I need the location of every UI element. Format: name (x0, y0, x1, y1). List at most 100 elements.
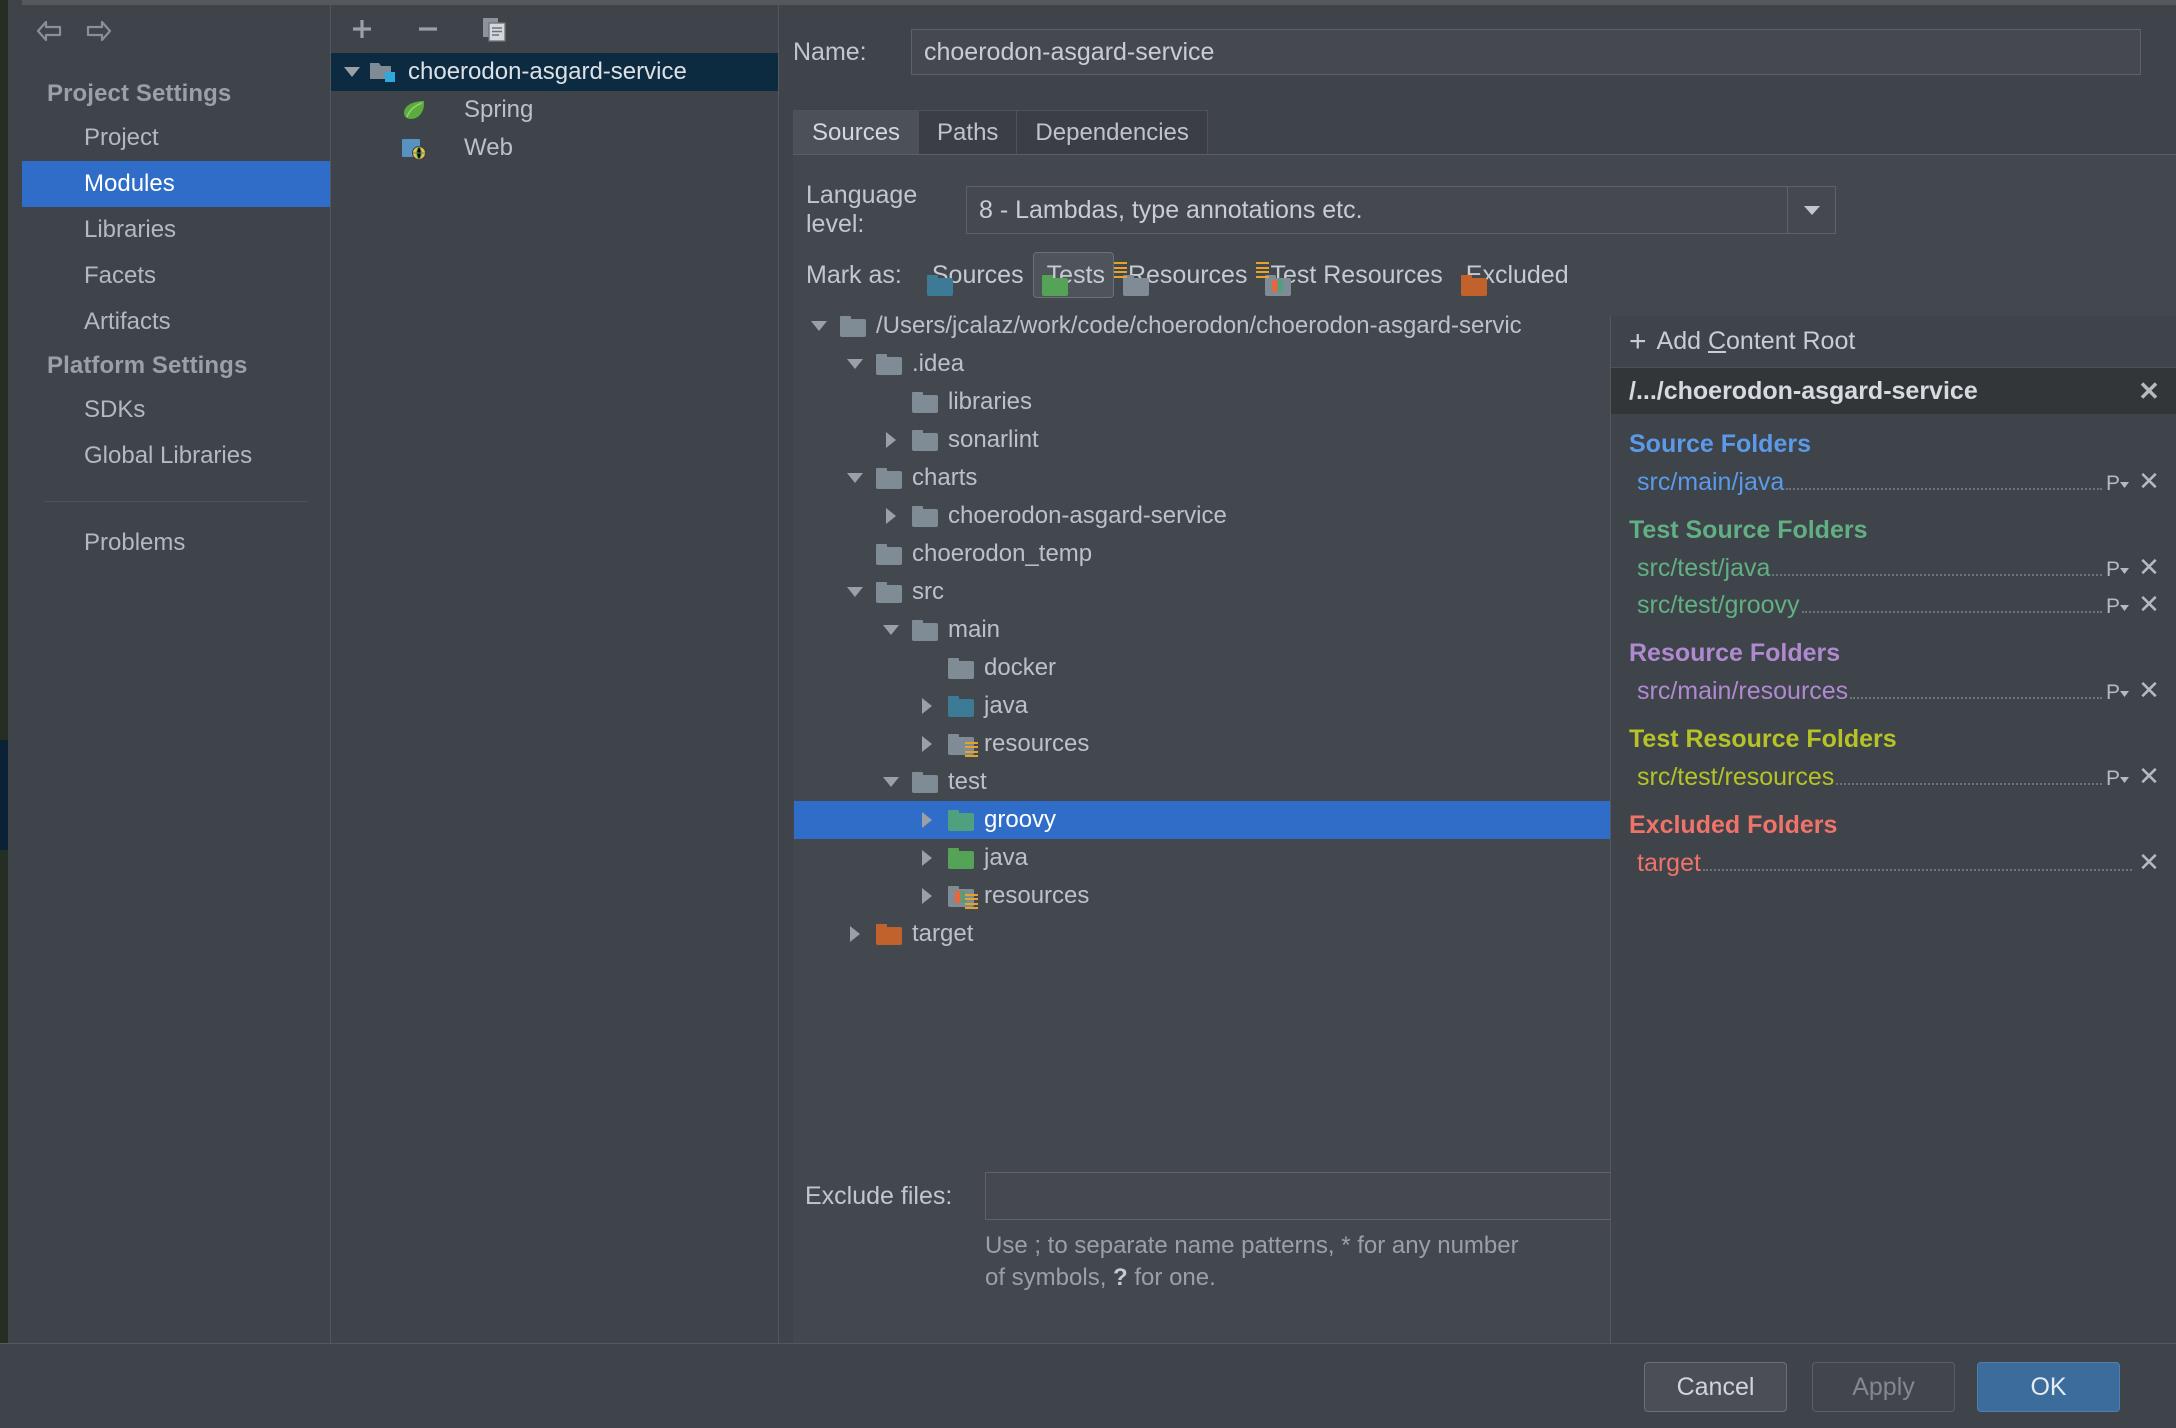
arrow-right-icon[interactable] (84, 17, 114, 45)
row-dots (1702, 861, 2132, 871)
tree-twisty-icon[interactable] (838, 356, 872, 372)
root-group: Test Resource Folders src/test/resources P… (1611, 715, 2176, 795)
row-dots (1850, 689, 2102, 699)
sidebar-item-modules[interactable]: Modules (22, 161, 330, 207)
add-content-root-button[interactable]: + Add Content Root (1611, 316, 2176, 368)
tab-sources[interactable]: Sources (793, 110, 920, 154)
sidebar-group-project-settings: Project Settings (47, 80, 232, 107)
module-folder-icon (367, 60, 401, 84)
arrow-left-icon[interactable] (34, 17, 64, 45)
cancel-button-label: Cancel (1676, 1372, 1755, 1401)
language-level-combo[interactable]: 8 - Lambdas, type annotations etc. (966, 186, 1836, 234)
language-level-label: Language level: (806, 181, 918, 238)
modules-panel: choerodon-asgard-service Spring Web (330, 5, 779, 1343)
add-content-root-label: Add Content Root (1656, 327, 1856, 355)
tree-twisty-icon[interactable] (874, 506, 908, 526)
exclude-files-input[interactable] (985, 1172, 1615, 1220)
sidebar-item-project[interactable]: Project (22, 115, 330, 161)
tree-twisty-icon[interactable] (874, 622, 908, 638)
mark-as-testres-label: Test Resources (1270, 260, 1443, 289)
sources-folder-icon (944, 695, 978, 717)
root-group: Test Source Folders src/test/java P ✕ src/te… (1611, 506, 2176, 623)
web-facet-icon (397, 136, 431, 160)
root-group-title: Resource Folders (1629, 639, 1841, 667)
remove-folder-icon[interactable]: ✕ (2136, 761, 2162, 792)
tree-twisty-icon[interactable] (337, 64, 367, 80)
remove-module-button[interactable] (411, 12, 445, 46)
mark-as-excluded-button[interactable]: Excluded (1452, 252, 1578, 298)
remove-folder-icon[interactable]: ✕ (2136, 847, 2162, 878)
cancel-button[interactable]: Cancel (1644, 1362, 1787, 1412)
mark-as-tests-button[interactable]: Tests (1032, 252, 1114, 298)
row-dots (1836, 775, 2102, 785)
tab-paths[interactable]: Paths (918, 110, 1018, 154)
mark-as-resources-button[interactable]: Resources (1113, 252, 1257, 298)
package-prefix-button[interactable]: P (2106, 558, 2129, 582)
modules-tree-row[interactable]: choerodon-asgard-service (331, 53, 779, 91)
root-folder-path: src/main/resources (1637, 677, 1849, 705)
tree-twisty-icon[interactable] (838, 470, 872, 486)
content-tree-row-label: charts (912, 464, 978, 491)
copy-module-button[interactable] (477, 12, 511, 46)
module-name-row: Name: (793, 29, 2141, 75)
remove-folder-icon[interactable]: ✕ (2136, 589, 2162, 620)
plain-folder-icon (908, 391, 942, 413)
apply-button[interactable]: Apply (1812, 1362, 1955, 1412)
content-tree-row-label: test (948, 768, 987, 795)
tree-twisty-icon[interactable] (874, 430, 908, 450)
row-dots (1772, 566, 2102, 576)
sidebar-item-libraries[interactable]: Libraries (22, 207, 330, 253)
root-folder-row[interactable]: src/test/groovy P ✕ (1611, 586, 2176, 623)
package-prefix-button[interactable]: P (2106, 472, 2129, 496)
tree-twisty-icon[interactable] (910, 810, 944, 830)
package-prefix-button[interactable]: P (2106, 767, 2129, 791)
sidebar-item-problems[interactable]: Problems (22, 520, 330, 566)
root-folder-row[interactable]: src/test/java P ✕ (1611, 549, 2176, 586)
tree-twisty-icon[interactable] (802, 318, 836, 334)
root-group-title: Test Resource Folders (1629, 725, 1897, 753)
sidebar-item-global-libraries[interactable]: Global Libraries (22, 433, 330, 479)
mark-as-sources-button[interactable]: Sources (918, 252, 1033, 298)
root-folder-path: target (1637, 849, 1701, 877)
plain-folder-icon (908, 505, 942, 527)
sidebar-item-facets[interactable]: Facets (22, 253, 330, 299)
package-prefix-button[interactable]: P (2106, 595, 2129, 619)
root-folder-path: src/test/java (1637, 554, 1771, 582)
add-module-button[interactable] (345, 12, 379, 46)
root-folder-row[interactable]: src/main/java P ✕ (1611, 463, 2176, 500)
ok-button[interactable]: OK (1977, 1362, 2120, 1412)
tree-twisty-icon[interactable] (910, 886, 944, 906)
content-tree-row-label: java (984, 844, 1029, 871)
remove-folder-icon[interactable]: ✕ (2136, 675, 2162, 706)
tree-twisty-icon[interactable] (910, 696, 944, 716)
remove-folder-icon[interactable]: ✕ (2136, 552, 2162, 583)
root-folder-row[interactable]: target ✕ (1611, 844, 2176, 881)
sidebar-item-artifacts[interactable]: Artifacts (22, 299, 330, 345)
sidebar-item-sdks[interactable]: SDKs (22, 387, 330, 433)
mark-as-testres-button[interactable]: Test Resources (1256, 252, 1451, 298)
tree-twisty-icon[interactable] (838, 584, 872, 600)
content-tree-row-label: groovy (984, 806, 1057, 833)
package-prefix-button[interactable]: P (2106, 681, 2129, 705)
plain-folder-icon (908, 429, 942, 451)
root-folder-row[interactable]: src/test/resources P ✕ (1611, 758, 2176, 795)
row-dots (1786, 480, 2102, 490)
tab-dependencies[interactable]: Dependencies (1016, 110, 1208, 154)
tree-twisty-icon[interactable] (874, 774, 908, 790)
root-folder-row[interactable]: src/main/resources P ✕ (1611, 672, 2176, 709)
language-level-row: Language level: 8 - Lambdas, type annota… (794, 181, 1836, 239)
tree-twisty-icon[interactable] (910, 734, 944, 754)
modules-tree-row[interactable]: Spring (331, 91, 779, 129)
close-icon[interactable]: ✕ (2136, 376, 2162, 407)
sidebar-nav-arrows (34, 17, 114, 45)
tree-twisty-icon[interactable] (838, 924, 872, 944)
modules-tree-row[interactable]: Web (331, 129, 779, 167)
remove-folder-icon[interactable]: ✕ (2136, 466, 2162, 497)
content-tree-row-label: java (984, 692, 1029, 719)
module-name-input[interactable] (911, 29, 2141, 75)
chevron-down-icon[interactable] (1787, 187, 1835, 233)
tests-folder-icon (944, 847, 978, 869)
editor-edge-strip-bottom (0, 850, 8, 1428)
plain-folder-icon (872, 581, 906, 603)
tree-twisty-icon[interactable] (910, 848, 944, 868)
